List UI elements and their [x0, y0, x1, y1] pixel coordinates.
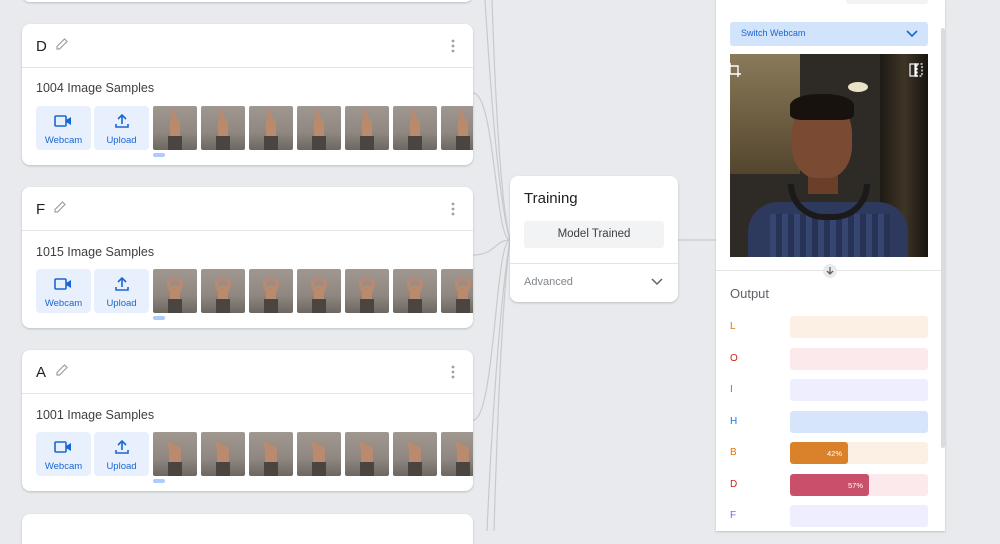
class-card-a: A 1001 Image Samples Webcam Upload: [22, 350, 473, 491]
thumbnail-scroll-indicator[interactable]: [153, 316, 165, 320]
sample-thumbnail[interactable]: [297, 106, 341, 150]
sample-thumbnail[interactable]: [393, 432, 437, 476]
more-vert-icon[interactable]: [451, 201, 455, 217]
upload-button[interactable]: Upload: [94, 269, 149, 313]
sample-count: 1004 Image Samples: [36, 81, 155, 95]
webcam-button[interactable]: Webcam: [36, 106, 91, 150]
webcam-feed: [730, 54, 928, 257]
sample-thumbnail[interactable]: [297, 432, 341, 476]
card-header: A: [22, 350, 473, 394]
sample-thumbnail[interactable]: [345, 432, 389, 476]
upload-label: Upload: [106, 298, 137, 309]
more-vert-icon[interactable]: [451, 38, 455, 54]
export-button-edge[interactable]: [846, 0, 928, 4]
sample-thumbnail[interactable]: [153, 106, 197, 150]
sample-thumbnail[interactable]: [345, 269, 389, 313]
upload-button[interactable]: Upload: [94, 106, 149, 150]
sample-thumbnail[interactable]: [201, 432, 245, 476]
upload-icon: [115, 439, 129, 454]
webcam-button[interactable]: Webcam: [36, 269, 91, 313]
class-name[interactable]: A: [36, 364, 46, 381]
videocam-icon: [54, 441, 71, 453]
sample-thumbnails[interactable]: [153, 269, 473, 313]
sample-thumbnail[interactable]: [441, 432, 473, 476]
output-bar-d: 57%: [790, 473, 928, 496]
sample-thumbnail[interactable]: [201, 106, 245, 150]
videocam-icon: [54, 115, 71, 127]
pencil-icon[interactable]: [54, 362, 70, 378]
webcam-label: Webcam: [44, 135, 83, 146]
chevron-down-icon[interactable]: [650, 277, 664, 287]
preview-panel: Switch Webcam Output L O I H B 42% D 57% F: [716, 0, 945, 531]
training-panel: Training Model Trained Advanced: [510, 176, 678, 302]
output-label-i: I: [730, 384, 733, 395]
output-label-f: F: [730, 510, 737, 521]
upload-icon: [115, 276, 129, 291]
output-bar-o: [790, 347, 928, 370]
flip-icon[interactable]: [908, 62, 924, 78]
pencil-icon[interactable]: [54, 36, 70, 52]
class-card-d: D 1004 Image Samples Webcam Upload: [22, 24, 473, 165]
more-vert-icon[interactable]: [451, 364, 455, 380]
upload-button[interactable]: Upload: [94, 432, 149, 476]
output-label-l: L: [730, 321, 736, 332]
sample-thumbnail[interactable]: [249, 269, 293, 313]
sample-thumbnail[interactable]: [249, 432, 293, 476]
webcam-button[interactable]: Webcam: [36, 432, 91, 476]
class-card-f: F 1015 Image Samples Webcam Upload: [22, 187, 473, 328]
advanced-toggle-label[interactable]: Advanced: [524, 276, 573, 288]
sample-thumbnail[interactable]: [345, 106, 389, 150]
output-bar-i: [790, 379, 928, 401]
switch-webcam-select[interactable]: Switch Webcam: [730, 22, 928, 46]
output-label-b: B: [730, 447, 737, 458]
thumbnail-scroll-indicator[interactable]: [153, 479, 165, 483]
sample-count: 1001 Image Samples: [36, 408, 155, 422]
upload-label: Upload: [106, 461, 137, 472]
output-title: Output: [730, 286, 770, 301]
output-label-d: D: [730, 478, 738, 490]
output-percentage: 57%: [848, 480, 864, 490]
upload-icon: [115, 113, 129, 128]
card-header: F: [22, 187, 473, 231]
sample-thumbnail[interactable]: [201, 269, 245, 313]
videocam-icon: [54, 278, 71, 290]
output-bar-f: [790, 505, 928, 527]
divider: [510, 263, 678, 264]
class-name[interactable]: F: [36, 201, 45, 218]
sample-thumbnail[interactable]: [153, 432, 197, 476]
output-bar-h: [790, 410, 928, 433]
sample-thumbnails[interactable]: [153, 106, 473, 150]
output-label-o: O: [730, 352, 738, 364]
sample-thumbnail[interactable]: [297, 269, 341, 313]
class-card-partial-top: [22, 0, 473, 2]
sample-thumbnail[interactable]: [393, 269, 437, 313]
webcam-label: Webcam: [44, 461, 83, 472]
pencil-icon[interactable]: [52, 199, 68, 215]
sample-thumbnail[interactable]: [441, 269, 473, 313]
sample-thumbnail[interactable]: [441, 106, 473, 150]
card-header: D: [22, 24, 473, 68]
crop-icon[interactable]: [726, 62, 742, 78]
preview-scrollbar[interactable]: [941, 28, 945, 448]
output-percentage: 42%: [827, 449, 843, 458]
train-model-button[interactable]: Model Trained: [524, 221, 664, 248]
sample-thumbnails[interactable]: [153, 432, 473, 476]
thumbnail-scroll-indicator[interactable]: [153, 153, 165, 157]
sample-thumbnail[interactable]: [249, 106, 293, 150]
output-bar-l: [790, 316, 928, 338]
output-bar-b: 42%: [790, 442, 928, 464]
class-card-partial-bottom: [22, 514, 473, 544]
class-name[interactable]: D: [36, 38, 47, 55]
switch-webcam-label: Switch Webcam: [741, 28, 806, 38]
upload-label: Upload: [106, 135, 137, 146]
training-title: Training: [524, 190, 578, 207]
sample-thumbnail[interactable]: [393, 106, 437, 150]
output-label-h: H: [730, 415, 738, 427]
scroll-down-button[interactable]: [823, 264, 837, 278]
sample-count: 1015 Image Samples: [36, 245, 155, 259]
sample-thumbnail[interactable]: [153, 269, 197, 313]
arrow-down-icon: [826, 267, 834, 275]
webcam-label: Webcam: [44, 298, 83, 309]
chevron-down-icon: [906, 30, 918, 38]
